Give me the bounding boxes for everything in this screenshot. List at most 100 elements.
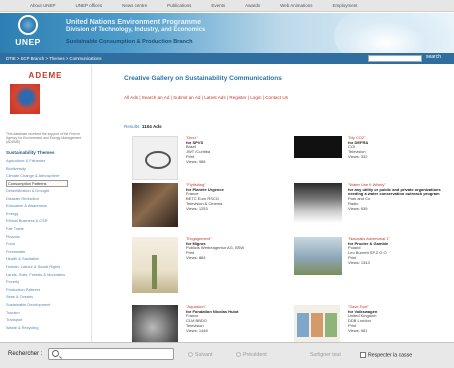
theme-item[interactable]: Energy [6,210,85,218]
match-case-option[interactable]: Respecter la casse [360,352,412,358]
main-content: Creative Gallery on Sustainability Commu… [92,65,454,355]
results-label: Results: [124,124,141,129]
unep-logo[interactable]: UNEP [6,15,50,51]
ad-details: "Water Use It Wisely" for any utility or… [348,182,454,211]
theme-item[interactable]: Waste & Recycling [6,324,85,332]
match-case-label: Respecter la casse [368,352,413,359]
theme-item[interactable]: Agriculture & Fisheries [6,157,85,165]
organization-title: United Nations Environment Programme Div… [66,19,205,45]
ad-card[interactable]: "Water Use It Wisely" for any utility or… [294,182,454,243]
nav-events[interactable]: Events [211,3,225,8]
results-number: 1104 Ads [141,124,162,129]
theme-item[interactable]: Transport [6,316,85,324]
ad-line: Views: 884 [186,254,206,260]
theme-item[interactable]: Ethical Business & CSR [6,217,85,225]
ad-thumbnail[interactable] [132,183,178,227]
find-label: Rechercher : [8,351,43,357]
ad-thumbnail[interactable] [294,136,342,158]
highlight-all-button[interactable]: Surligner tout [310,352,341,358]
theme-item[interactable]: Health & Sanitation [6,255,85,263]
ad-line: Views: 1343 [348,259,370,265]
ad-details: "Save Fuel" for Volkswagen United Kingdo… [348,304,454,333]
site-search-input[interactable] [368,55,422,62]
ad-line: Views: 639 [348,205,368,211]
top-navigation: About UNEP UNEP offices News centre Publ… [0,0,454,12]
org-line-3: Sustainable Consumption & Production Bra… [66,39,193,45]
ademe-logo[interactable]: ADEME [6,71,85,80]
sidebar: ADEME This database received the support… [0,65,92,342]
ad-card[interactable]: "Engagement" for Migros Publicis Werbeag… [132,236,292,297]
theme-item[interactable]: Education & Awareness [6,202,85,210]
ad-thumbnail[interactable] [294,305,340,345]
sidebar-note: This database received the support of th… [6,132,82,145]
ad-details: "Flyfishing" for Planète Urgence France … [186,182,292,211]
ad-details: "Engagement" for Migros Publicis Werbeag… [186,236,292,261]
org-line-2: Division of Technology, Industry, and Ec… [66,27,206,33]
ad-line: Views: 988 [186,158,206,164]
ademe-logo-image[interactable] [10,84,40,114]
ad-details: "Aquarium" for Fondation Nicolas Hulot F… [186,304,292,333]
radio-icon [188,352,193,358]
find-previous-label: Précédent [243,352,267,358]
find-bar: Rechercher : Suivant Précédent Surligner… [0,342,454,368]
find-next-label: Suivant [195,352,213,358]
theme-item[interactable]: Desertification & Drought [6,187,85,195]
banner-swirl [334,13,454,53]
header-banner: UNEP United Nations Environment Programm… [0,13,454,53]
theme-item[interactable]: Lands, Soils, Forests & Mountains [6,271,85,279]
un-emblem-icon [18,15,38,35]
ad-thumbnail[interactable] [132,237,178,293]
theme-item[interactable]: Production Patterns [6,286,85,294]
theme-list: Agriculture & Fisheries Biodiversity Cli… [6,157,85,331]
theme-item[interactable]: Food [6,240,85,248]
ad-thumbnail[interactable] [294,237,342,275]
themes-heading: Sustainability Themes [6,150,55,156]
search-icon [52,350,59,357]
ad-thumbnail[interactable] [132,136,178,180]
checkbox-icon[interactable] [360,352,366,358]
theme-item-selected[interactable]: Consumption Patterns [6,180,68,188]
ad-line: Views: 981 [348,327,368,333]
radio-icon [236,352,241,358]
page-title: Creative Gallery on Sustainability Commu… [124,75,282,82]
site-search-button[interactable]: search [426,54,441,60]
find-next-button[interactable]: Suivant [188,352,212,358]
ad-details: "My CO2" for DEFRA COI Television Views:… [348,135,454,160]
theme-item[interactable]: Disaster Reduction [6,195,85,203]
nav-employment[interactable]: Employment [333,3,358,8]
theme-item[interactable]: Freshwater [6,248,85,256]
thumb-panel [325,313,337,337]
ad-line: Views: 1448 [186,327,208,333]
ad-card[interactable]: "Naturalis Advertorial 1" for Procter & … [294,236,454,297]
ad-card[interactable]: "Flyfishing" for Planète Urgence France … [132,182,292,243]
theme-item[interactable]: Poverty [6,278,85,286]
theme-item[interactable]: Seas & Oceans [6,293,85,301]
ad-menu-links[interactable]: All Ads | Search an Ad | Submit an Ad | … [124,95,288,100]
theme-item[interactable]: Human, Labour & Social Rights [6,263,85,271]
theme-item[interactable]: Biodiversity [6,165,85,173]
ad-details: "Naturalis Advertorial 1" for Procter & … [348,236,454,265]
theme-item[interactable]: Fair Trade [6,225,85,233]
find-input[interactable] [48,348,174,360]
theme-item[interactable]: Tourism [6,309,85,317]
nav-offices[interactable]: UNEP offices [76,3,103,8]
nav-news[interactable]: News centre [122,3,147,8]
nav-awards[interactable]: Awards [245,3,260,8]
theme-item[interactable]: Climate Change & Atmosphere [6,172,85,180]
ad-line: Views: 332 [348,153,368,159]
nav-about[interactable]: About UNEP [30,3,56,8]
theme-item[interactable]: Finance [6,233,85,241]
theme-item[interactable]: Sustainable Development [6,301,85,309]
results-count: Results: 1104 Ads [124,124,162,129]
ad-details: "Deer" for SPVS Brazil JWT /Curitiba Pri… [186,135,292,164]
nav-web-animations[interactable]: Web Animations [280,3,312,8]
ad-thumbnail[interactable] [294,183,342,223]
ad-line: Views: 1253 [186,205,208,211]
org-line-1: United Nations Environment Programme [66,19,201,26]
thumb-panel [297,313,309,337]
thumb-panel [311,313,323,337]
breadcrumb[interactable]: DTIE > SCP Branch > Themes > Communicati… [6,56,102,61]
unep-label: UNEP [15,37,41,47]
find-previous-button[interactable]: Précédent [236,352,267,358]
nav-publications[interactable]: Publications [167,3,191,8]
